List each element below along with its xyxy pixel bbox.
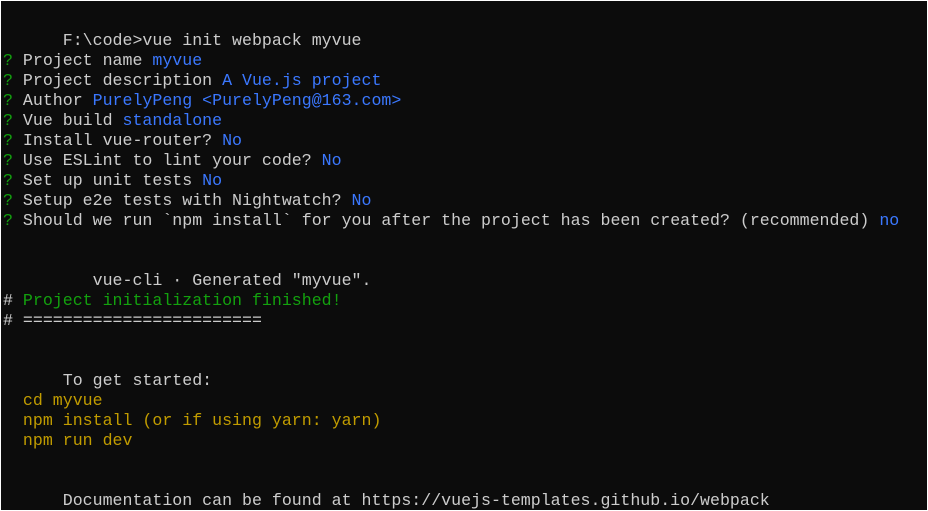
question-text: Author xyxy=(12,91,93,110)
question-text: Set up unit tests xyxy=(12,171,203,190)
question-text: Project description xyxy=(12,71,223,90)
comment-marker: # xyxy=(3,291,13,310)
question-marker: ? xyxy=(3,151,13,170)
answer-text: No xyxy=(321,151,342,170)
terminal-window[interactable]: F:\code>vue init webpack myvue ? Project… xyxy=(1,1,927,510)
question-text: Vue build xyxy=(12,111,123,130)
question-marker: ? xyxy=(3,71,13,90)
step-line: npm install (or if using yarn: yarn) xyxy=(3,411,899,431)
question-marker: ? xyxy=(3,191,13,210)
answer-text: myvue xyxy=(152,51,203,70)
documentation-line: Documentation can be found at https://vu… xyxy=(3,471,899,510)
separator-line: # ======================== xyxy=(3,311,899,331)
question-text: Install vue-router? xyxy=(12,131,223,150)
comment-marker: # xyxy=(3,311,13,330)
question-line: ? Set up unit tests No xyxy=(3,171,899,191)
separator-text: ======================== xyxy=(12,311,262,330)
question-line: ? Vue build standalone xyxy=(3,111,899,131)
answer-text: PurelyPeng <PurelyPeng@163.com> xyxy=(92,91,402,110)
question-line: ? Project name myvue xyxy=(3,51,899,71)
question-line: ? Setup e2e tests with Nightwatch? No xyxy=(3,191,899,211)
answer-text: No xyxy=(351,191,372,210)
question-line: ? Project description A Vue.js project xyxy=(3,71,899,91)
generated-text: vue-cli · Generated "myvue". xyxy=(62,271,372,290)
get-started-line: To get started: xyxy=(3,351,899,390)
documentation-text: Documentation can be found at https://vu… xyxy=(62,491,770,510)
question-marker: ? xyxy=(3,131,13,150)
answer-text: no xyxy=(879,211,900,230)
step-text: npm install (or if using yarn: yarn) xyxy=(3,411,382,430)
step-line: cd myvue xyxy=(3,391,899,411)
command-line: F:\code>vue init webpack myvue xyxy=(3,11,899,50)
question-marker: ? xyxy=(3,171,13,190)
answer-text: No xyxy=(222,131,243,150)
question-line: ? Install vue-router? No xyxy=(3,131,899,151)
step-line: npm run dev xyxy=(3,431,899,451)
question-line: ? Use ESLint to lint your code? No xyxy=(3,151,899,171)
init-finished-text: Project initialization finished! xyxy=(12,291,342,310)
init-finished-line: # Project initialization finished! xyxy=(3,291,899,311)
question-text: Setup e2e tests with Nightwatch? xyxy=(12,191,352,210)
question-line: ? Author PurelyPeng <PurelyPeng@163.com> xyxy=(3,91,899,111)
question-marker: ? xyxy=(3,211,13,230)
get-started-text: To get started: xyxy=(62,371,213,390)
terminal-output: F:\code>vue init webpack myvue ? Project… xyxy=(3,11,899,510)
answer-text: standalone xyxy=(122,111,223,130)
question-text: Should we run `npm install` for you afte… xyxy=(12,211,880,230)
question-marker: ? xyxy=(3,91,13,110)
question-text: Use ESLint to lint your code? xyxy=(12,151,322,170)
step-text: npm run dev xyxy=(3,431,133,450)
command-text: F:\code>vue init webpack myvue xyxy=(62,31,362,50)
question-line: ? Should we run `npm install` for you af… xyxy=(3,211,899,231)
generated-line: vue-cli · Generated "myvue". xyxy=(3,251,899,290)
answer-text: A Vue.js project xyxy=(222,71,382,90)
answer-text: No xyxy=(202,171,223,190)
step-text: cd myvue xyxy=(3,391,103,410)
question-marker: ? xyxy=(3,111,13,130)
question-text: Project name xyxy=(12,51,153,70)
question-marker: ? xyxy=(3,51,13,70)
